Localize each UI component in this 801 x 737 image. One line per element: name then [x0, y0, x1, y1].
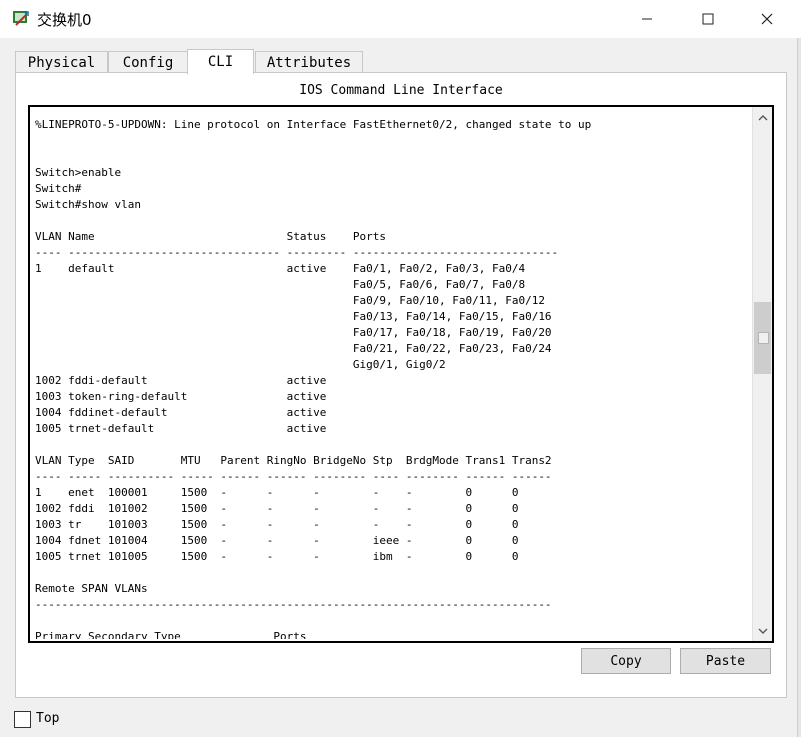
cli-line: %LINEPROTO-5-UPDOWN: Line protocol on In…	[35, 118, 592, 131]
cli-line: 1003 token-ring-default active	[35, 390, 327, 403]
top-label: Top	[36, 711, 60, 726]
cli-line: ---- ----- ---------- ----- ------ -----…	[35, 470, 552, 483]
cli-line: Fa0/9, Fa0/10, Fa0/11, Fa0/12	[35, 294, 545, 307]
cli-line: Fa0/13, Fa0/14, Fa0/15, Fa0/16	[35, 310, 552, 323]
cli-panel: IOS Command Line Interface %LINEPROTO-5-…	[15, 72, 787, 698]
terminal-scrollbar[interactable]	[752, 107, 772, 641]
cli-line: 1002 fddi 101002 1500 - - - - - 0 0	[35, 502, 519, 515]
cli-line: ----------------------------------------…	[35, 598, 552, 611]
tab-physical[interactable]: Physical	[15, 51, 108, 73]
tab-config[interactable]: Config	[108, 51, 188, 73]
chevron-down-icon	[758, 628, 767, 634]
device-window: 交换机0 Physical Config CLI Attributes IOS …	[0, 0, 801, 737]
close-button[interactable]	[744, 0, 790, 38]
maximize-button[interactable]	[685, 0, 731, 38]
cli-line: 1005 trnet 101005 1500 - - - ibm - 0 0	[35, 550, 519, 563]
window-edge	[797, 38, 801, 737]
switch-app-icon	[12, 9, 30, 27]
tab-cli[interactable]: CLI	[187, 49, 254, 74]
cli-line: Switch#	[35, 182, 82, 195]
cli-line: Fa0/21, Fa0/22, Fa0/23, Fa0/24	[35, 342, 552, 355]
window-title: 交换机0	[37, 11, 92, 29]
scroll-thumb[interactable]	[754, 302, 771, 374]
cli-line: 1004 fddinet-default active	[35, 406, 327, 419]
paste-button[interactable]: Paste	[680, 648, 771, 674]
cli-line: Fa0/5, Fa0/6, Fa0/7, Fa0/8	[35, 278, 526, 291]
scroll-down-button[interactable]	[753, 622, 772, 639]
cli-line: Switch>enable	[35, 166, 122, 179]
cli-terminal[interactable]: %LINEPROTO-5-UPDOWN: Line protocol on In…	[28, 105, 774, 643]
chevron-up-icon	[758, 114, 767, 120]
minimize-icon	[642, 18, 652, 20]
cli-line: 1 enet 100001 1500 - - - - - 0 0	[35, 486, 519, 499]
cli-heading: IOS Command Line Interface	[299, 83, 503, 98]
cli-line: VLAN Name Status Ports	[35, 230, 386, 243]
cli-line: VLAN Type SAID MTU Parent RingNo BridgeN…	[35, 454, 552, 467]
cli-line: 1005 trnet-default active	[35, 422, 327, 435]
minimize-button[interactable]	[624, 0, 670, 38]
title-bar: 交换机0	[0, 0, 801, 38]
close-icon	[761, 13, 773, 25]
copy-button[interactable]: Copy	[581, 648, 671, 674]
cli-line: 1 default active Fa0/1, Fa0/2, Fa0/3, Fa…	[35, 262, 526, 275]
cli-line: Remote SPAN VLANs	[35, 582, 148, 595]
cli-line: ---- -------------------------------- --…	[35, 246, 559, 259]
cli-line: Switch#show vlan	[35, 198, 141, 211]
cli-output[interactable]: %LINEPROTO-5-UPDOWN: Line protocol on In…	[35, 117, 745, 639]
scroll-thumb-grip	[758, 332, 769, 344]
maximize-icon	[702, 13, 714, 25]
cli-line: 1002 fddi-default active	[35, 374, 327, 387]
top-checkbox[interactable]	[14, 711, 31, 728]
cli-line: 1004 fdnet 101004 1500 - - - ieee - 0 0	[35, 534, 519, 547]
cli-line: Gig0/1, Gig0/2	[35, 358, 446, 371]
cli-line: Fa0/17, Fa0/18, Fa0/19, Fa0/20	[35, 326, 552, 339]
tab-attributes[interactable]: Attributes	[255, 51, 363, 73]
cli-line: Primary Secondary Type Ports	[35, 630, 307, 639]
cli-line: 1003 tr 101003 1500 - - - - - 0 0	[35, 518, 519, 531]
scroll-up-button[interactable]	[753, 109, 772, 126]
